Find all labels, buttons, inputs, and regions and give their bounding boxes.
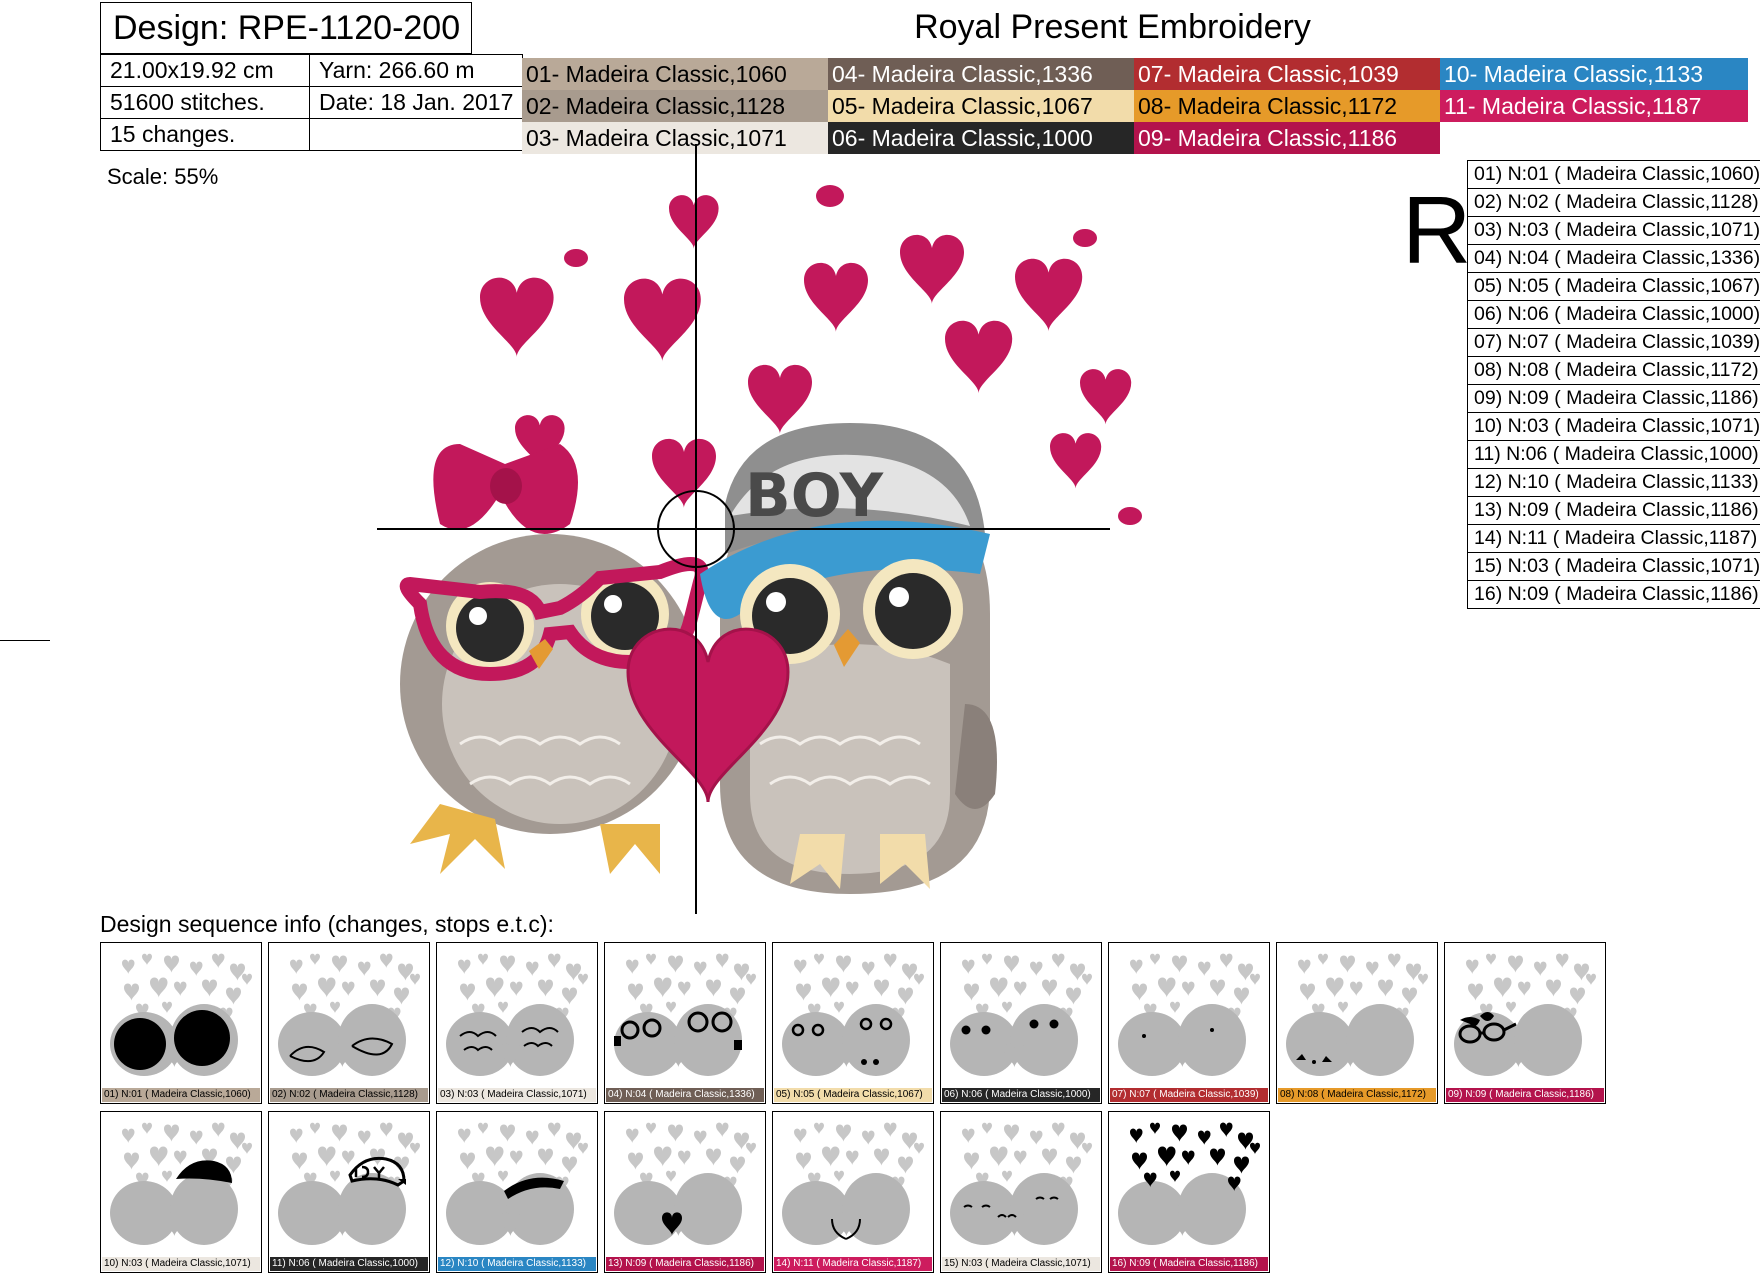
sequence-row: 12) N:10 ( Madeira Classic,1133) <box>1466 468 1760 497</box>
sequence-thumbnail: 05) N:05 ( Madeira Classic,1067) <box>772 942 934 1104</box>
thumbnail-preview <box>1286 953 1428 1076</box>
sequence-row: 01) N:01 ( Madeira Classic,1060) <box>1466 160 1760 189</box>
thumbnail-preview <box>782 953 924 1076</box>
sequence-row: 08) N:08 ( Madeira Classic,1172) <box>1466 356 1760 385</box>
thumbnail-caption: 15) N:03 ( Madeira Classic,1071) <box>942 1257 1100 1271</box>
design-preview: BOY <box>360 144 1200 924</box>
sequence-row: 04) N:04 ( Madeira Classic,1336) <box>1466 244 1760 273</box>
sequence-thumbnail: 06) N:06 ( Madeira Classic,1000) <box>940 942 1102 1104</box>
thumbnail-caption: 12) N:10 ( Madeira Classic,1133) <box>438 1257 596 1271</box>
sequence-row: 13) N:09 ( Madeira Classic,1186) <box>1466 496 1760 525</box>
sequence-row: 15) N:03 ( Madeira Classic,1071) <box>1466 552 1760 581</box>
sequence-row: 03) N:03 ( Madeira Classic,1071) <box>1466 216 1760 245</box>
sequence-row: 07) N:07 ( Madeira Classic,1039) <box>1466 328 1760 357</box>
sequence-thumbnail: 07) N:07 ( Madeira Classic,1039) <box>1108 942 1270 1104</box>
thumbnail-caption: 10) N:03 ( Madeira Classic,1071) <box>102 1257 260 1271</box>
sequence-row: 05) N:05 ( Madeira Classic,1067) <box>1466 272 1760 301</box>
thumbnail-caption: 16) N:09 ( Madeira Classic,1186) <box>1110 1257 1268 1271</box>
thumbnail-preview <box>950 1122 1092 1245</box>
design-size: 21.00x19.92 cm <box>100 54 310 87</box>
thumbnail-preview <box>110 1122 252 1245</box>
thumbnail-preview <box>1454 953 1596 1076</box>
thumbnail-caption: 09) N:09 ( Madeira Classic,1186) <box>1446 1088 1604 1102</box>
thumbnail-caption: 06) N:06 ( Madeira Classic,1000) <box>942 1088 1100 1102</box>
thumbnail-caption: 14) N:11 ( Madeira Classic,1187) <box>774 1257 932 1271</box>
sequence-row: 11) N:06 ( Madeira Classic,1000) <box>1466 440 1760 469</box>
color-sequence-table: 01) N:01 ( Madeira Classic,1060) 02) N:02… <box>1466 160 1760 609</box>
rotation-mark: R <box>1402 177 1472 284</box>
change-count: 15 changes. <box>100 118 310 151</box>
design-date: Date: 18 Jan. 2017 <box>308 86 524 119</box>
thumbnail-preview <box>782 1122 924 1245</box>
sequence-thumbnail: 09) N:09 ( Madeira Classic,1186) <box>1444 942 1606 1104</box>
thumbnail-caption: 07) N:07 ( Madeira Classic,1039) <box>1110 1088 1268 1102</box>
thumbnail-preview <box>614 1122 756 1245</box>
sequence-row: 06) N:06 ( Madeira Classic,1000) <box>1466 300 1760 329</box>
sequence-row: 14) N:11 ( Madeira Classic,1187) <box>1466 524 1760 553</box>
thread-color-chip: 02- Madeira Classic,1128 <box>522 90 828 122</box>
thread-color-chart: 01- Madeira Classic,1060 04- Madeira Clas… <box>522 58 1748 154</box>
sequence-thumbnail: 15) N:03 ( Madeira Classic,1071) <box>940 1111 1102 1273</box>
thumbnail-caption: 08) N:08 ( Madeira Classic,1172) <box>1278 1088 1436 1102</box>
thumbnail-preview <box>446 953 588 1076</box>
thumbnail-preview <box>614 953 756 1076</box>
owls-embroidery-illustration: BOY <box>377 144 1142 914</box>
thumbnail-caption: 13) N:09 ( Madeira Classic,1186) <box>606 1257 764 1271</box>
sequence-thumbnail: 14) N:11 ( Madeira Classic,1187) <box>772 1111 934 1273</box>
thumbnail-caption: 05) N:05 ( Madeira Classic,1067) <box>774 1088 932 1102</box>
thumbnail-preview <box>278 1122 420 1245</box>
sequence-thumbnail: 08) N:08 ( Madeira Classic,1172) <box>1276 942 1438 1104</box>
thumbnail-caption: 02) N:02 ( Madeira Classic,1128) <box>270 1088 428 1102</box>
thread-color-chip: 07- Madeira Classic,1039 <box>1134 58 1440 90</box>
sequence-thumbnail: 03) N:03 ( Madeira Classic,1071) <box>436 942 598 1104</box>
thumbnail-preview <box>278 953 420 1076</box>
sequence-row: 02) N:02 ( Madeira Classic,1128) <box>1466 188 1760 217</box>
sequence-thumbnail: 12) N:10 ( Madeira Classic,1133) <box>436 1111 598 1273</box>
sequence-thumbnail: 11) N:06 ( Madeira Classic,1000) <box>268 1111 430 1273</box>
thumbnail-caption: 04) N:04 ( Madeira Classic,1336) <box>606 1088 764 1102</box>
yarn-length: Yarn: 266.60 m <box>308 54 524 87</box>
sequence-row: 10) N:03 ( Madeira Classic,1071) <box>1466 412 1760 441</box>
cap-text: BOY <box>745 461 885 531</box>
thumbnail-preview <box>1118 1122 1260 1245</box>
thumbnail-caption: 03) N:03 ( Madeira Classic,1071) <box>438 1088 596 1102</box>
thumbnail-preview <box>446 1122 588 1245</box>
thumbnail-caption: 01) N:01 ( Madeira Classic,1060) <box>102 1088 260 1102</box>
thread-color-chip <box>1440 122 1748 154</box>
sequence-thumbnail: 16) N:09 ( Madeira Classic,1186) <box>1108 1111 1270 1273</box>
sequence-thumbnail: 02) N:02 ( Madeira Classic,1128) <box>268 942 430 1104</box>
thumbnail-preview <box>110 953 252 1076</box>
sequence-thumbnail: 10) N:03 ( Madeira Classic,1071) <box>100 1111 262 1273</box>
thread-color-chip: 10- Madeira Classic,1133 <box>1440 58 1748 90</box>
thread-color-chip: 01- Madeira Classic,1060 <box>522 58 828 90</box>
sequence-thumbnail: 01) N:01 ( Madeira Classic,1060) <box>100 942 262 1104</box>
thread-color-chip: 05- Madeira Classic,1067 <box>828 90 1134 122</box>
thumbnail-preview <box>950 953 1092 1076</box>
scale-label: Scale: 55% <box>107 164 219 189</box>
stitch-count: 51600 stitches. <box>100 86 310 119</box>
thread-color-chip: 04- Madeira Classic,1336 <box>828 58 1134 90</box>
sequence-row: 16) N:09 ( Madeira Classic,1186) <box>1466 580 1760 609</box>
sequence-title: Design sequence info (changes, stops e.t… <box>100 911 554 937</box>
thumbnail-caption: 11) N:06 ( Madeira Classic,1000) <box>270 1257 428 1271</box>
company-name: Royal Present Embroidery <box>914 8 1311 46</box>
thread-color-chip: 11- Madeira Classic,1187 <box>1440 90 1748 122</box>
sequence-row: 09) N:09 ( Madeira Classic,1186) <box>1466 384 1760 413</box>
thumbnail-preview <box>1118 953 1260 1076</box>
left-margin-mark <box>0 640 50 641</box>
thread-color-chip: 08- Madeira Classic,1172 <box>1134 90 1440 122</box>
sequence-thumbnail: 13) N:09 ( Madeira Classic,1186) <box>604 1111 766 1273</box>
design-info-table: 21.00x19.92 cm Yarn: 266.60 m 51600 stit… <box>100 54 524 151</box>
sequence-thumbnail: 04) N:04 ( Madeira Classic,1336) <box>604 942 766 1104</box>
